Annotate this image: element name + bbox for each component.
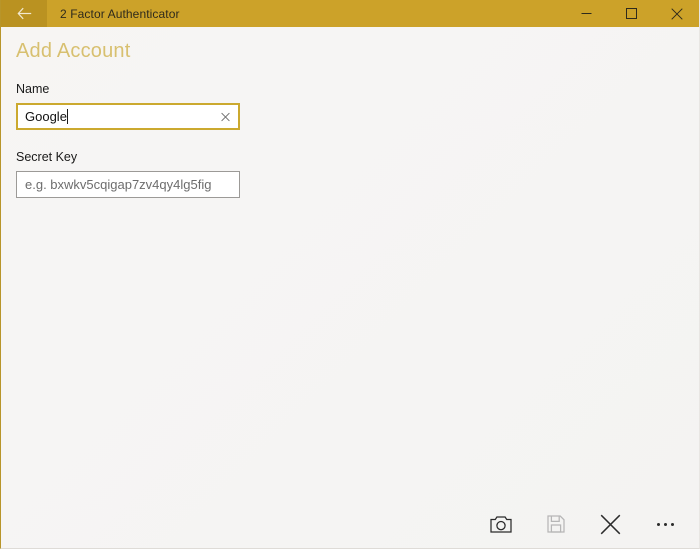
secret-key-placeholder: e.g. bxwkv5cqigap7zv4qy4lg5fig — [25, 177, 212, 192]
scan-qr-code-button[interactable] — [473, 504, 528, 544]
title-bar: 2 Factor Authenticator — [1, 0, 699, 27]
back-button[interactable] — [1, 0, 47, 27]
save-button[interactable] — [528, 504, 583, 544]
name-input[interactable]: Google — [16, 103, 240, 130]
text-caret — [66, 109, 68, 124]
close-x-icon — [600, 514, 621, 535]
close-icon — [670, 7, 683, 20]
window-title: 2 Factor Authenticator — [60, 6, 180, 21]
clear-x-icon — [221, 112, 230, 121]
secret-key-input[interactable]: e.g. bxwkv5cqigap7zv4qy4lg5fig — [16, 171, 240, 198]
maximize-icon — [626, 8, 637, 19]
close-button[interactable] — [654, 0, 699, 27]
ellipsis-icon — [657, 522, 674, 526]
field-label-secret-key: Secret Key — [16, 150, 78, 164]
minimize-button[interactable] — [564, 0, 609, 27]
maximize-button[interactable] — [609, 0, 654, 27]
more-options-button[interactable] — [638, 504, 693, 544]
back-arrow-icon — [16, 7, 32, 20]
clear-name-button[interactable] — [216, 107, 235, 126]
cancel-button[interactable] — [583, 504, 638, 544]
camera-icon — [489, 515, 512, 533]
field-secret-key: Secret Key e.g. bxwkv5cqigap7zv4qy4lg5fi… — [16, 150, 699, 198]
field-label-name: Name — [16, 82, 50, 96]
page-content: Add Account Name Google Secret Key e.g. … — [1, 27, 699, 548]
save-floppy-icon — [546, 515, 565, 533]
command-bar — [1, 500, 699, 548]
field-name: Name Google — [16, 82, 699, 130]
app-window: 2 Factor Authenticator Add Account Name … — [0, 0, 700, 549]
name-input-value: Google — [25, 109, 68, 124]
minimize-icon — [581, 8, 592, 19]
page-title: Add Account — [16, 40, 131, 62]
window-controls — [564, 0, 699, 27]
